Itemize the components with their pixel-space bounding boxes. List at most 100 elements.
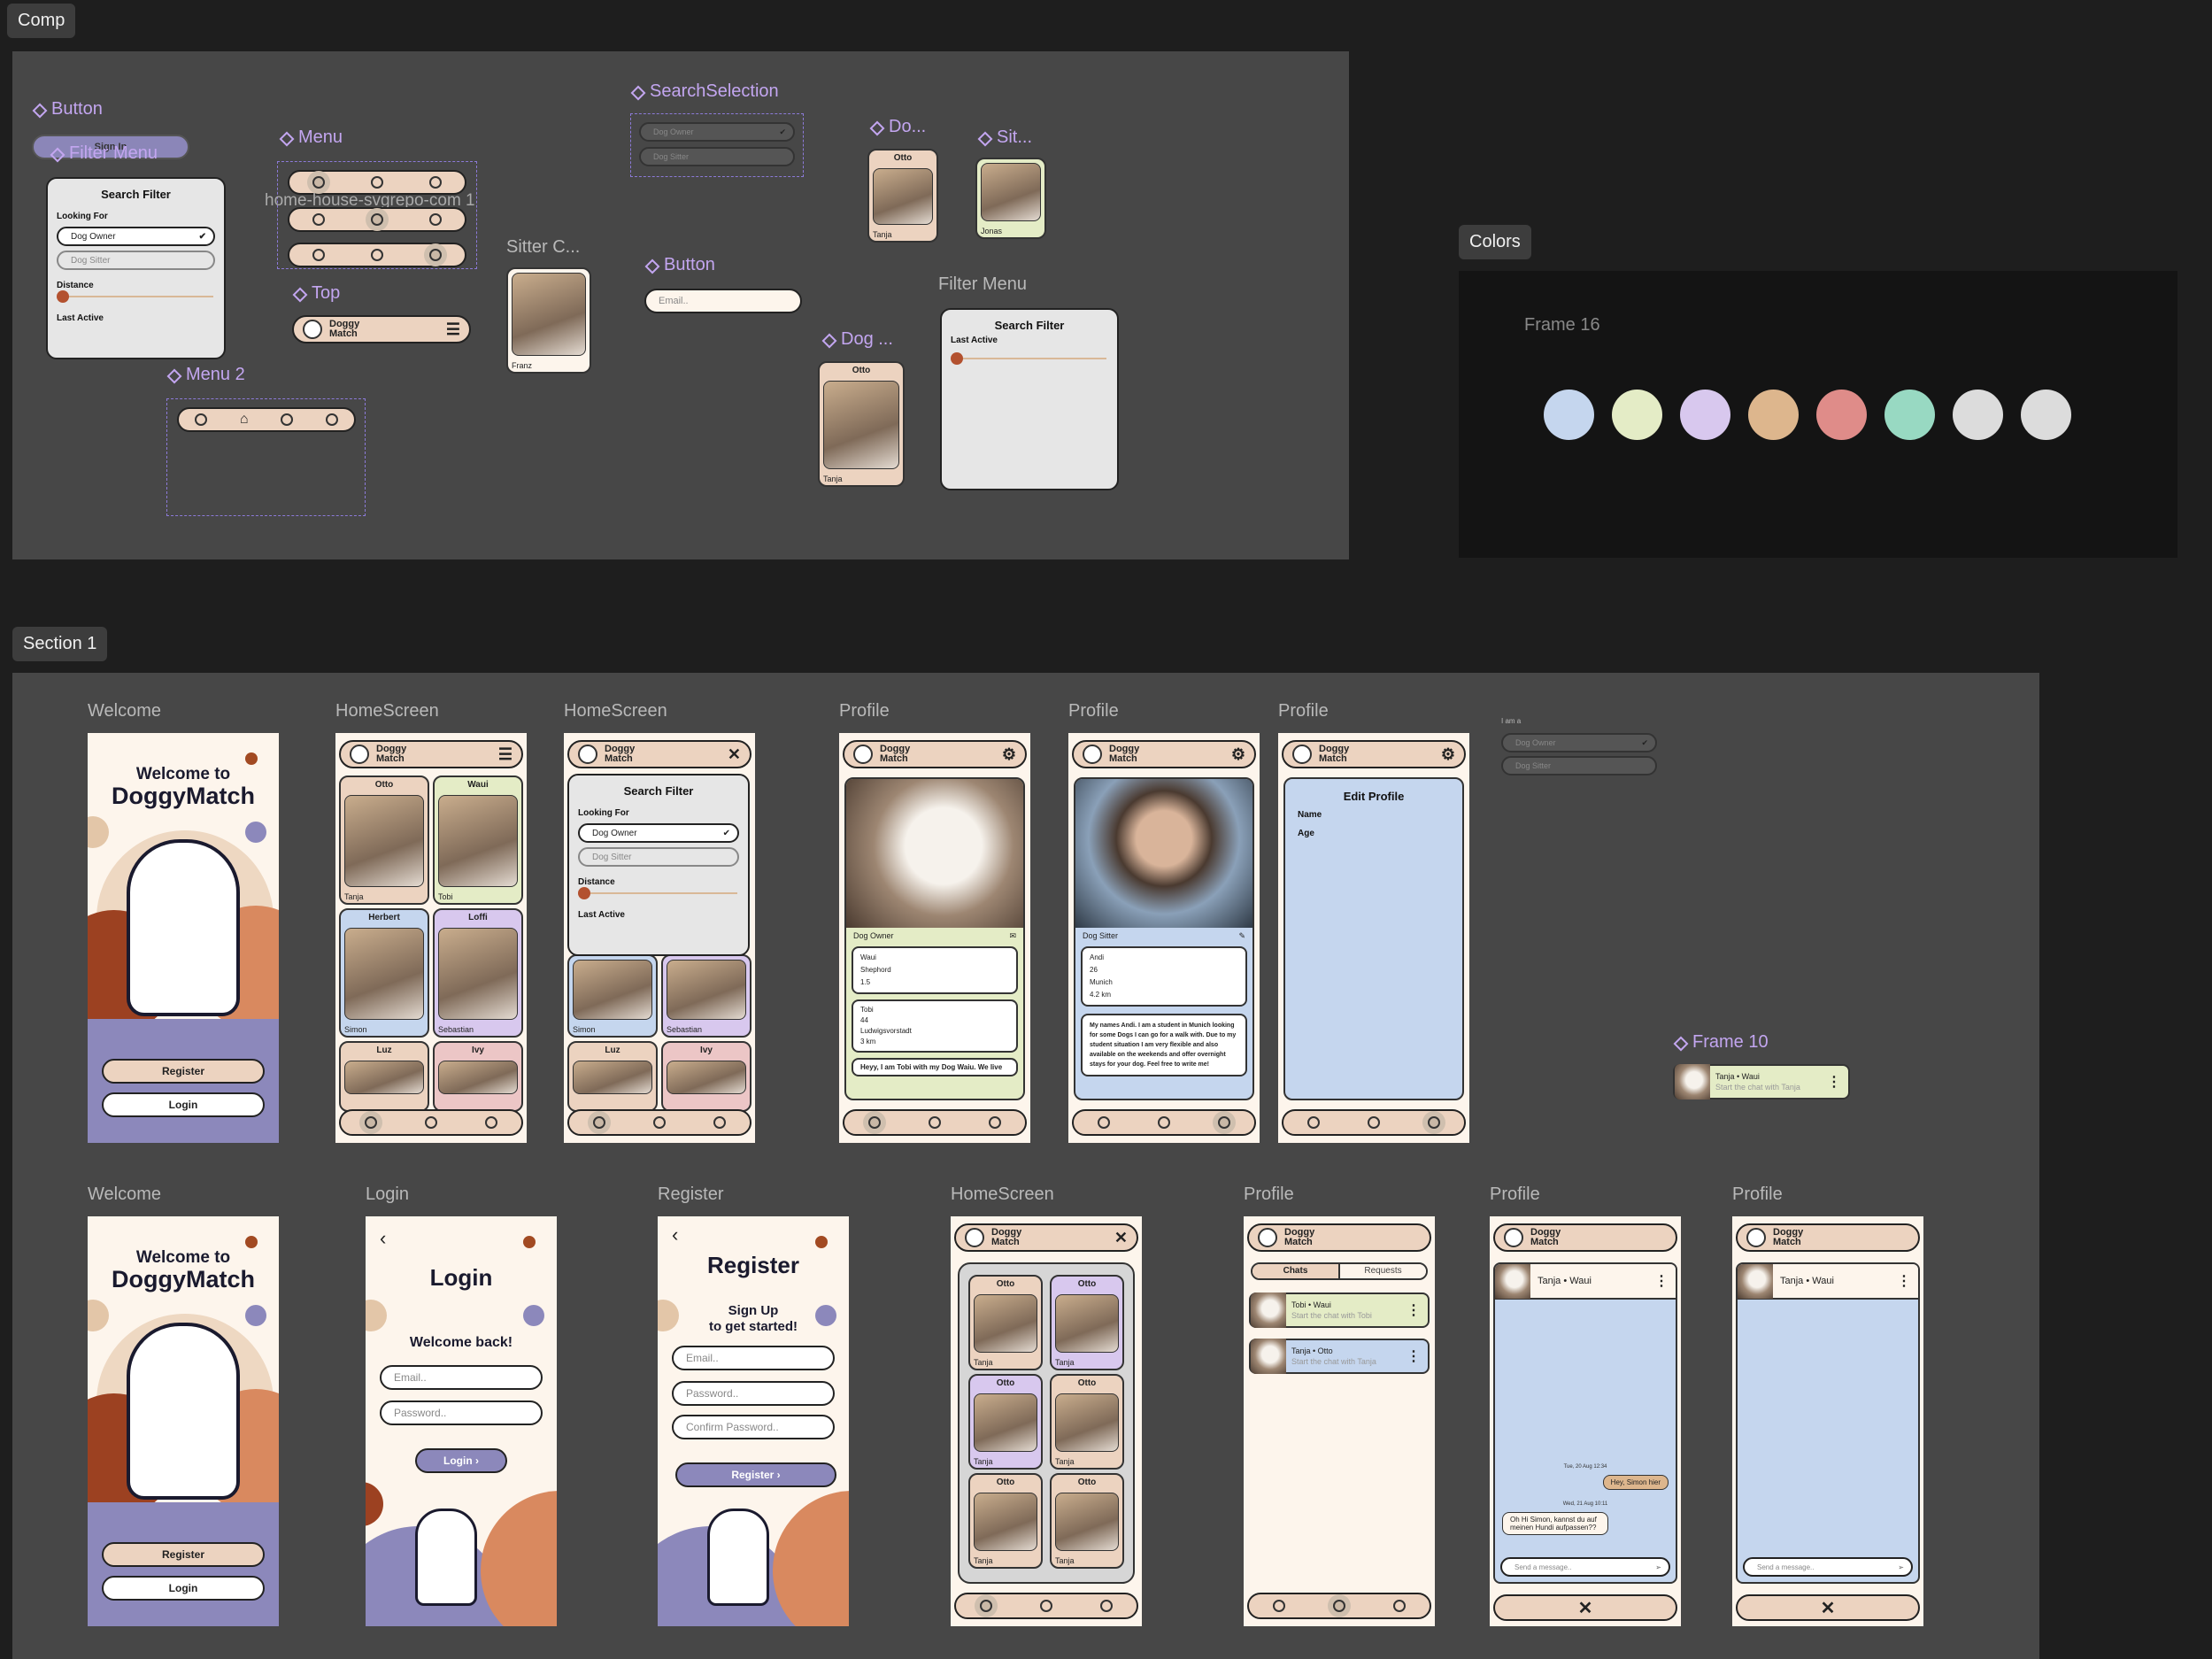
dog-card[interactable]: Otto Tanja bbox=[968, 1374, 1043, 1470]
bottom-nav[interactable] bbox=[567, 1109, 751, 1136]
register-button[interactable]: Register bbox=[102, 1542, 265, 1567]
iam-dog-sitter[interactable]: Dog Sitter bbox=[1501, 756, 1657, 775]
more-icon[interactable]: ⋮ bbox=[1407, 1347, 1421, 1365]
chat-item-component[interactable]: Tanja • Waui Start the chat with Tanja ⋮ bbox=[1673, 1064, 1850, 1100]
menu-variant-2[interactable] bbox=[288, 207, 466, 232]
tab-chats[interactable]: Chats bbox=[1252, 1264, 1338, 1278]
menu-variant-3[interactable] bbox=[288, 243, 466, 267]
profile-icon[interactable] bbox=[989, 1116, 1001, 1129]
color-swatch[interactable] bbox=[1816, 390, 1867, 440]
search-selection-label[interactable]: SearchSelection bbox=[630, 81, 779, 102]
profile-icon[interactable] bbox=[1428, 1116, 1440, 1129]
gear-icon[interactable]: ⚙ bbox=[1002, 745, 1016, 764]
dog-card-short-label[interactable]: Do... bbox=[869, 117, 926, 137]
dog-sitter-option[interactable]: Dog Sitter bbox=[57, 251, 215, 270]
slider-handle[interactable] bbox=[951, 352, 963, 365]
age-field-label[interactable]: Age bbox=[1298, 829, 1450, 838]
frame16-label[interactable]: Frame 16 bbox=[1524, 315, 1600, 336]
dog-card[interactable]: Luz bbox=[567, 1041, 658, 1112]
frame-label-register[interactable]: Register bbox=[658, 1184, 723, 1205]
login-button[interactable]: Login bbox=[102, 1092, 265, 1117]
dog-card-component[interactable]: Otto Tanja bbox=[818, 361, 905, 487]
search-icon[interactable] bbox=[1273, 1600, 1285, 1612]
confirm-password-input[interactable]: Confirm Password.. bbox=[672, 1415, 835, 1439]
color-swatch[interactable] bbox=[1748, 390, 1799, 440]
frame-label-home2[interactable]: HomeScreen bbox=[564, 701, 667, 721]
search-icon[interactable] bbox=[980, 1600, 992, 1612]
login-button[interactable]: Login bbox=[102, 1576, 265, 1601]
colors-section-label[interactable]: Colors bbox=[1459, 225, 1531, 259]
search-icon[interactable] bbox=[195, 413, 208, 426]
login-submit-button[interactable]: Login › bbox=[415, 1448, 507, 1473]
chat-icon[interactable] bbox=[281, 413, 294, 426]
chat-icon[interactable] bbox=[1333, 1600, 1345, 1612]
dog-card[interactable]: Herbert Simon bbox=[339, 908, 429, 1038]
register-button[interactable]: Register bbox=[102, 1059, 265, 1084]
bottom-nav[interactable] bbox=[954, 1593, 1138, 1619]
dog-card[interactable]: Otto Tanja bbox=[1050, 1275, 1124, 1370]
dog-card[interactable]: Simon bbox=[567, 954, 658, 1038]
slider-handle[interactable] bbox=[57, 290, 69, 303]
password-input[interactable]: Password.. bbox=[672, 1381, 835, 1406]
dog-card[interactable]: Otto Tanja bbox=[1050, 1473, 1124, 1569]
slider[interactable] bbox=[951, 352, 1106, 365]
email-input[interactable]: Email.. bbox=[672, 1346, 835, 1370]
frame-label-chat[interactable]: Profile bbox=[1490, 1184, 1540, 1205]
dog-sitter-unselected[interactable]: Dog Sitter bbox=[639, 147, 795, 166]
sitter-card-small[interactable]: Jonas bbox=[975, 158, 1046, 239]
dog-card[interactable]: Ivy bbox=[661, 1041, 751, 1112]
bottom-nav[interactable] bbox=[843, 1109, 1027, 1136]
dog-card[interactable]: Waui Tobi bbox=[433, 775, 523, 905]
frame-label-login[interactable]: Login bbox=[366, 1184, 409, 1205]
section1-label[interactable]: Section 1 bbox=[12, 627, 108, 661]
profile-icon[interactable] bbox=[1218, 1116, 1230, 1129]
profile-icon[interactable] bbox=[325, 413, 338, 426]
chat-icon[interactable] bbox=[425, 1116, 437, 1129]
chat-item[interactable]: Tobi • Waui Start the chat with Tobi ⋮ bbox=[1249, 1292, 1430, 1328]
bottom-nav[interactable] bbox=[1072, 1109, 1256, 1136]
send-icon[interactable]: ➢ bbox=[1655, 1563, 1661, 1571]
sitter-card-label[interactable]: Sitter C... bbox=[506, 237, 580, 258]
dog-card-small[interactable]: Otto Tanja bbox=[867, 149, 938, 243]
frame-label-welcome2[interactable]: Welcome bbox=[88, 1184, 161, 1205]
chat-icon[interactable] bbox=[929, 1116, 941, 1129]
search-icon[interactable] bbox=[868, 1116, 881, 1129]
bottom-nav[interactable] bbox=[1247, 1593, 1431, 1619]
search-icon[interactable] bbox=[1307, 1116, 1320, 1129]
close-icon[interactable]: ✕ bbox=[728, 745, 741, 764]
back-chevron-icon[interactable]: ‹ bbox=[380, 1227, 386, 1250]
search-icon[interactable] bbox=[365, 1116, 377, 1129]
color-swatch[interactable] bbox=[1680, 390, 1730, 440]
more-icon[interactable]: ⋮ bbox=[1897, 1272, 1911, 1290]
distance-slider[interactable] bbox=[578, 887, 737, 899]
menu2-navbar[interactable]: ⌂ bbox=[177, 407, 356, 432]
button-component-label[interactable]: Button bbox=[32, 99, 103, 120]
chat-icon[interactable] bbox=[371, 213, 383, 226]
search-icon[interactable] bbox=[312, 176, 325, 189]
frame-label-profile1[interactable]: Profile bbox=[839, 701, 890, 721]
profile-icon[interactable] bbox=[429, 249, 442, 261]
profile-icon[interactable] bbox=[485, 1116, 497, 1129]
bottom-nav[interactable] bbox=[1282, 1109, 1466, 1136]
profile-icon[interactable] bbox=[1100, 1600, 1113, 1612]
message-input[interactable]: Send a message.. ➢ bbox=[1500, 1557, 1670, 1577]
close-icon[interactable]: ✕ bbox=[1114, 1229, 1128, 1247]
dog-card-label[interactable]: Dog ... bbox=[821, 329, 893, 350]
message-input[interactable]: Send a message.. ➢ bbox=[1743, 1557, 1913, 1577]
profile-icon[interactable] bbox=[429, 176, 442, 189]
back-chevron-icon[interactable]: ‹ bbox=[672, 1223, 678, 1246]
filter-menu-component-label[interactable]: Filter Menu bbox=[50, 143, 158, 164]
edit-icon[interactable]: ✎ bbox=[1238, 931, 1245, 941]
bottom-nav[interactable] bbox=[339, 1109, 523, 1136]
button2-component-label[interactable]: Button bbox=[644, 255, 715, 275]
frame10-label[interactable]: Frame 10 bbox=[1673, 1032, 1769, 1053]
sitter-card-component[interactable]: Franz bbox=[506, 267, 591, 374]
top-component-label[interactable]: Top bbox=[292, 283, 340, 304]
frame-label-home1[interactable]: HomeScreen bbox=[335, 701, 439, 721]
dog-card[interactable]: Otto Tanja bbox=[968, 1473, 1043, 1569]
tab-requests[interactable]: Requests bbox=[1338, 1264, 1426, 1278]
frame-label-chat-empty[interactable]: Profile bbox=[1732, 1184, 1783, 1205]
sitter-short-label[interactable]: Sit... bbox=[977, 127, 1032, 148]
dog-card[interactable]: Sebastian bbox=[661, 954, 751, 1038]
color-swatch[interactable] bbox=[1953, 390, 2003, 440]
